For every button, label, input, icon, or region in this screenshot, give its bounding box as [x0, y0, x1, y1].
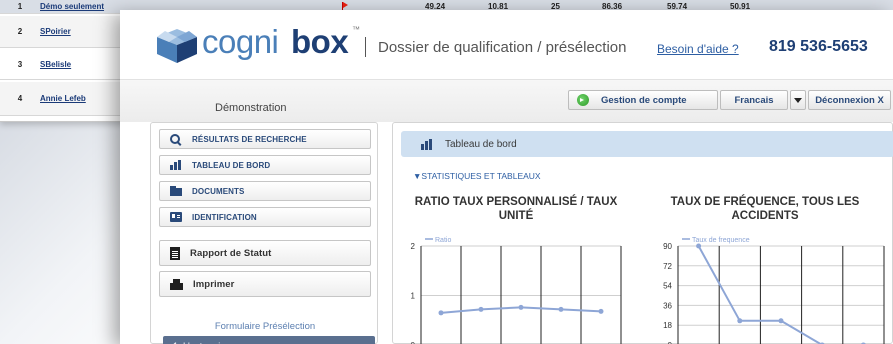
- help-link[interactable]: Besoin d'aide ?: [657, 42, 739, 56]
- ratio-line-chart: Ratio01220062007200820092010: [411, 237, 622, 344]
- row-index: 4: [17, 94, 23, 103]
- sidebar-item-documents[interactable]: DOCUMENTS: [159, 181, 371, 201]
- data-point: [518, 304, 524, 310]
- page-title: Dossier de qualification / présélection: [378, 39, 627, 56]
- sidebar-item-label: TABLEAU DE BORD: [192, 160, 271, 170]
- chevron-down-icon: [794, 97, 802, 103]
- row-index: 3: [17, 60, 23, 69]
- chart-title-frequency: TAUX DE FRÉQUENCE, TOUS LES ACCIDENTS: [670, 196, 860, 222]
- sidebar-item-search-results[interactable]: RÉSULTATS DE RECHERCHE: [159, 129, 371, 149]
- bar-chart-icon: [170, 160, 182, 170]
- data-point: [737, 318, 743, 324]
- stats-section-toggle[interactable]: ▼STATISTIQUES ET TABLEAUX: [413, 171, 541, 181]
- data-point: [438, 310, 444, 316]
- dashboard-header-bar: Tableau de bord: [401, 131, 893, 157]
- document-icon: [170, 246, 180, 260]
- bar-chart-icon: [421, 139, 432, 150]
- legend-label: Ratio: [435, 237, 451, 244]
- sidebar-item-label: DOCUMENTS: [192, 186, 245, 196]
- search-icon: [170, 134, 182, 144]
- printer-icon: [170, 278, 183, 290]
- id-card-icon: [170, 212, 182, 222]
- status-report-button[interactable]: Rapport de Statut: [159, 240, 371, 266]
- y-tick-label: 54: [663, 282, 672, 291]
- data-point: [778, 318, 784, 324]
- language-label: Francais: [734, 94, 774, 106]
- support-phone: 819 536-5653: [769, 38, 868, 55]
- y-tick-label: 1: [411, 292, 416, 301]
- language-dropdown-button[interactable]: [790, 90, 806, 110]
- sidebar-item-dashboard[interactable]: TABLEAU DE BORD: [159, 155, 371, 175]
- sidebar-item-label: RÉSULTATS DE RECHERCHE: [192, 134, 307, 144]
- sidebar-item-label: IDENTIFICATION: [192, 212, 257, 222]
- chart-title-ratio: RATIO TAUX PERSONNALISÉ / TAUX UNITÉ: [414, 196, 618, 222]
- data-point: [478, 306, 484, 312]
- folder-icon: [170, 186, 182, 196]
- series-line: [697, 245, 864, 344]
- logo-text-box: box: [291, 23, 349, 60]
- language-button[interactable]: Francais: [720, 90, 788, 110]
- row-index: 2: [17, 27, 23, 36]
- app-window: cogni box ™ Dossier de qualification / p…: [120, 10, 893, 344]
- trademark-symbol: ™: [352, 25, 360, 34]
- dashboard-panel: Tableau de bord ▼STATISTIQUES ET TABLEAU…: [392, 122, 893, 344]
- logo-text-cogni: cogni: [202, 23, 279, 60]
- y-tick-label: 72: [663, 262, 672, 271]
- logout-button[interactable]: Déconnexion X: [808, 90, 891, 110]
- app-header: cogni box ™ Dossier de qualification / p…: [120, 10, 893, 80]
- status-report-label: Rapport de Statut: [190, 247, 272, 259]
- account-name-label: Démonstration: [215, 102, 287, 114]
- logout-label: Déconnexion X: [815, 94, 884, 106]
- print-label: Imprimer: [193, 278, 235, 290]
- sidebar-item-identification[interactable]: IDENTIFICATION: [159, 207, 371, 227]
- frequency-line-chart: Taux de frequence01836547290200520062007…: [663, 237, 885, 344]
- toolbar: Démonstration Gestion de compte Francais…: [120, 80, 893, 122]
- dashboard-title: Tableau de bord: [445, 139, 517, 150]
- y-tick-label: 36: [663, 301, 672, 310]
- y-tick-label: 90: [663, 242, 672, 251]
- legend-label: Taux de frequence: [692, 237, 750, 244]
- account-management-label: Gestion de compte: [601, 94, 687, 106]
- y-tick-label: 18: [663, 321, 672, 330]
- account-management-button[interactable]: Gestion de compte: [568, 90, 718, 110]
- print-button[interactable]: Imprimer: [159, 271, 371, 297]
- cognibox-logo-icon: [157, 29, 197, 63]
- header-separator: [365, 37, 366, 57]
- row-index: 1: [17, 2, 23, 11]
- y-tick-label: 2: [411, 242, 416, 251]
- data-point: [558, 306, 564, 312]
- sidebar: RÉSULTATS DE RECHERCHE TABLEAU DE BORD D…: [150, 122, 378, 344]
- data-point: [598, 308, 604, 314]
- form-section-label: Formulaire Présélection: [214, 321, 316, 332]
- data-point: [696, 243, 702, 249]
- arrow-circle-icon: [577, 94, 589, 106]
- form-step-item[interactable]: 1. L'entreprise: [163, 336, 375, 344]
